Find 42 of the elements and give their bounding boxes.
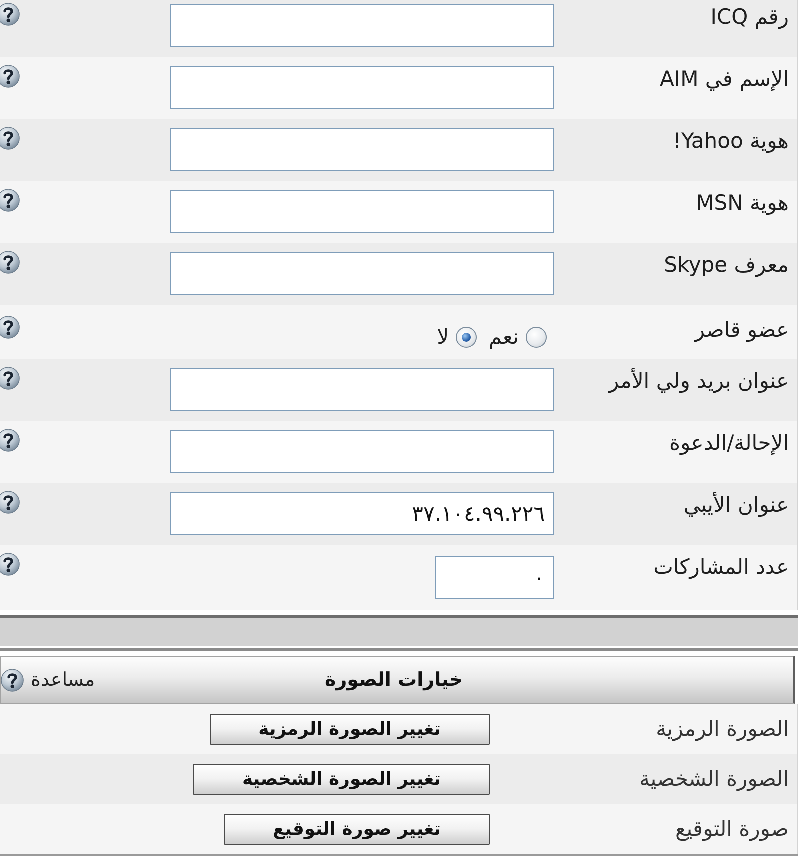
radio-button[interactable] (456, 326, 478, 348)
field-label: عدد المشاركات (654, 554, 789, 581)
help-icon[interactable] (0, 367, 20, 390)
field-label: الصورة الرمزية (656, 716, 789, 743)
help-icon[interactable] (0, 65, 20, 88)
text-field[interactable]: ٠ (435, 556, 554, 599)
field-label: رقم ICQ (710, 4, 789, 31)
field-label: هوية MSN (696, 190, 789, 217)
help-icon[interactable] (0, 127, 20, 150)
text-field[interactable]: ٣٧.١٠٤.٩٩.٢٢٦ (170, 492, 554, 535)
change-image-button[interactable]: تغيير صورة التوقيع (224, 814, 490, 845)
help-icon[interactable] (0, 316, 20, 339)
field-label: عضو قاصر (694, 317, 789, 344)
help-icon[interactable] (0, 251, 20, 274)
change-image-button[interactable]: تغيير الصورة الرمزية (210, 714, 490, 745)
text-field[interactable] (170, 66, 554, 109)
radio-button[interactable] (526, 326, 547, 348)
help-icon[interactable] (1, 668, 24, 692)
text-field[interactable] (170, 128, 554, 171)
field-label: الصورة الشخصية (640, 766, 789, 793)
field-label: معرف Skype (664, 252, 789, 279)
field-label: عنوان الأيبي (684, 491, 789, 519)
change-image-button[interactable]: تغيير الصورة الشخصية (193, 764, 490, 795)
field-label: الإسم في AIM (660, 66, 789, 93)
help-icon[interactable] (0, 189, 20, 212)
radio-label[interactable]: نعم (489, 324, 519, 350)
radio-label[interactable]: لا (437, 324, 450, 350)
field-label: هوية Yahoo! (673, 128, 789, 155)
help-icon[interactable] (0, 429, 20, 452)
field-label: عنوان بريد ولي الأمر (609, 367, 789, 395)
help-link[interactable]: مساعدة (1, 668, 96, 692)
text-field[interactable] (170, 190, 554, 233)
help-icon[interactable] (0, 491, 20, 514)
help-icon[interactable] (0, 3, 20, 26)
text-field[interactable] (170, 4, 554, 47)
section-title: خيارات الصورة (325, 669, 464, 691)
help-icon[interactable] (0, 553, 20, 576)
field-label: صورة التوقيع (676, 816, 789, 843)
text-field[interactable] (170, 368, 554, 411)
text-field[interactable] (170, 252, 554, 295)
text-field[interactable] (170, 430, 554, 473)
field-label: الإحالة/الدعوة (669, 430, 789, 457)
